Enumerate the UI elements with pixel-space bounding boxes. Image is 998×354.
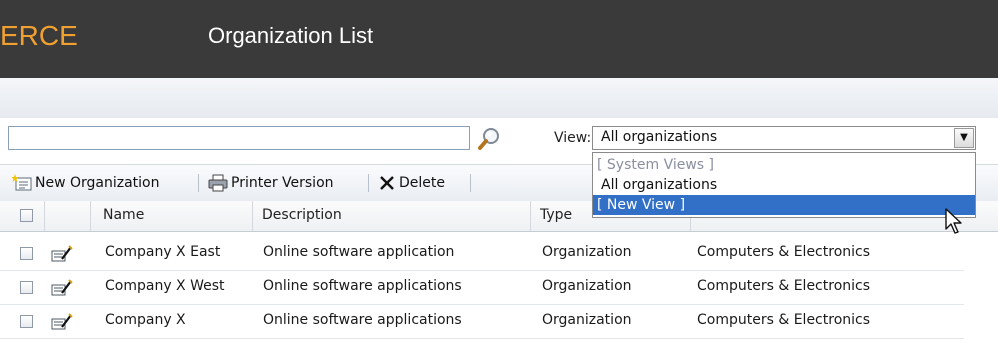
row-industry: Computers & Electronics	[697, 312, 871, 328]
row-industry: Computers & Electronics	[697, 244, 871, 260]
toolbar-separator	[368, 174, 369, 192]
row-type: Organization	[542, 244, 632, 260]
new-organization-label: New Organization	[35, 175, 160, 191]
view-select[interactable]: All organizations ▼	[592, 126, 976, 150]
column-header-description[interactable]: Description	[262, 207, 342, 223]
view-dropdown-list: [ System Views ] All organizations [ New…	[592, 152, 976, 218]
search-input[interactable]	[8, 126, 470, 150]
sub-header-band	[0, 78, 998, 119]
row-checkbox[interactable]	[20, 247, 33, 260]
row-name[interactable]: Company X	[105, 312, 186, 328]
row-description: Online software applications	[263, 278, 462, 294]
printer-icon	[208, 174, 228, 192]
column-divider	[252, 201, 253, 231]
table-row[interactable]: Company X West Online software applicati…	[0, 271, 964, 305]
printer-version-label: Printer Version	[231, 175, 334, 191]
toolbar-separator	[470, 174, 471, 192]
table-row[interactable]: Company X East Online software applicati…	[0, 237, 964, 271]
mouse-cursor-icon	[945, 208, 962, 234]
row-checkbox[interactable]	[20, 281, 33, 294]
app-header: ERCE Organization List	[0, 0, 998, 78]
row-name[interactable]: Company X East	[105, 244, 220, 260]
magnifier-icon	[478, 128, 499, 150]
row-type: Organization	[542, 278, 632, 294]
delete-button[interactable]: Delete	[378, 173, 445, 193]
select-all-checkbox[interactable]	[20, 209, 33, 222]
dropdown-option-new-view[interactable]: [ New View ]	[593, 195, 975, 215]
row-description: Online software applications	[263, 312, 462, 328]
edit-record-icon[interactable]	[51, 313, 73, 331]
column-divider	[90, 201, 91, 231]
edit-record-icon[interactable]	[51, 245, 73, 263]
new-record-icon	[12, 174, 32, 191]
toolbar-separator	[198, 174, 199, 192]
dropdown-option-all-organizations[interactable]: All organizations	[593, 175, 975, 195]
row-description: Online software application	[263, 244, 455, 260]
printer-version-button[interactable]: Printer Version	[208, 173, 334, 193]
row-industry: Computers & Electronics	[697, 278, 871, 294]
column-divider	[530, 201, 531, 231]
view-selected-value: All organizations	[601, 129, 718, 145]
new-organization-button[interactable]: New Organization	[12, 173, 160, 193]
delete-label: Delete	[399, 175, 445, 191]
column-divider	[44, 201, 45, 231]
view-label: View:	[554, 130, 592, 146]
search-button[interactable]	[475, 125, 503, 153]
brand-logo-text: ERCE	[0, 20, 78, 51]
delete-x-icon	[380, 176, 394, 190]
row-name[interactable]: Company X West	[105, 278, 225, 294]
column-header-name[interactable]: Name	[103, 207, 144, 223]
table-row[interactable]: Company X Online software applications O…	[0, 305, 964, 339]
column-header-type[interactable]: Type	[540, 207, 572, 223]
row-type: Organization	[542, 312, 632, 328]
row-checkbox[interactable]	[20, 315, 33, 328]
edit-record-icon[interactable]	[51, 279, 73, 297]
dropdown-group-system-views: [ System Views ]	[597, 157, 714, 173]
dropdown-arrow-icon[interactable]: ▼	[954, 128, 974, 148]
page-title: Organization List	[208, 23, 374, 48]
